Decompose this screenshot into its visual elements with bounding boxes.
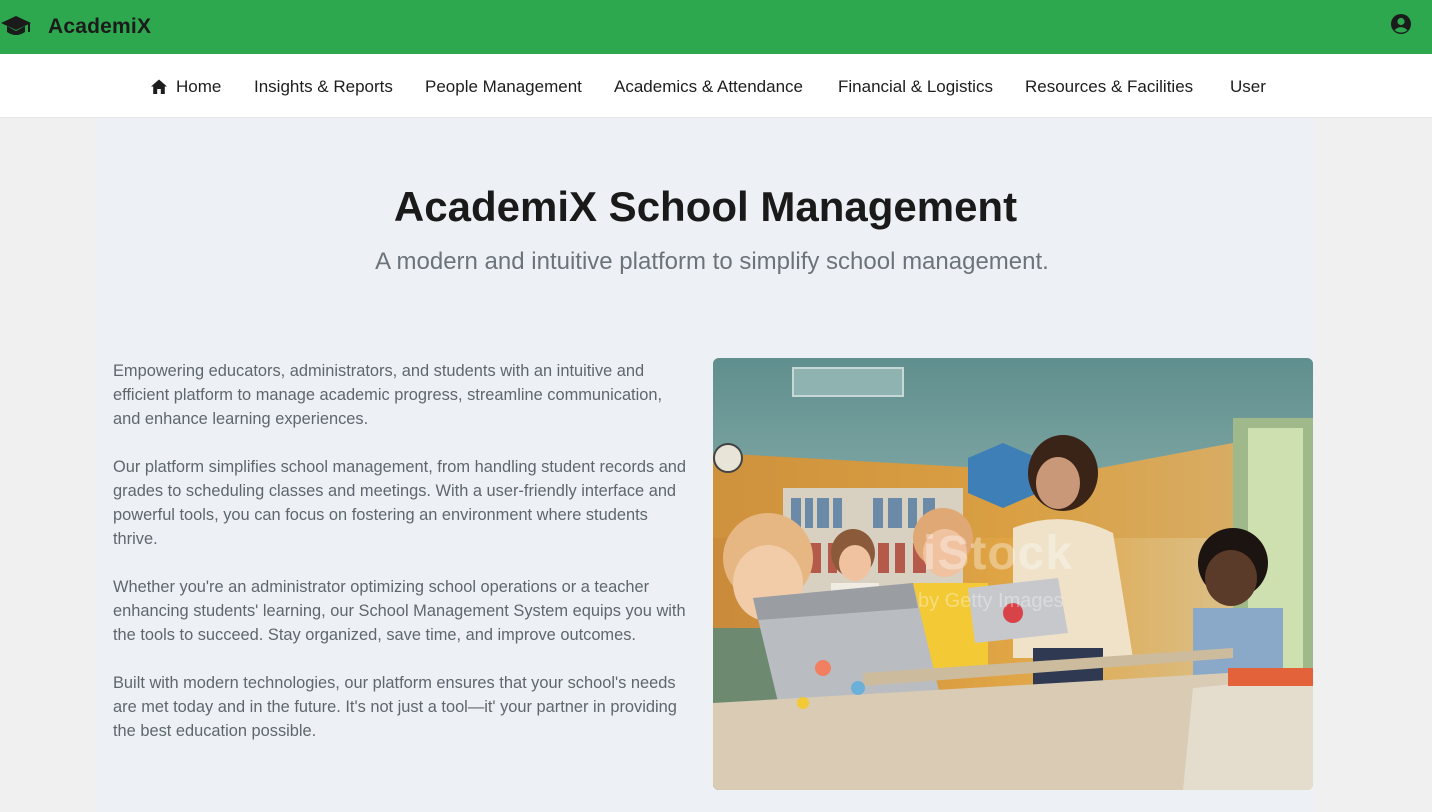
- intro-paragraph: Our platform simplifies school managemen…: [113, 458, 687, 548]
- page-title: AcademiX School Management: [393, 183, 1018, 230]
- brand-link[interactable]: AcademiX: [0, 4, 151, 50]
- intro-paragraph: Whether you're an administrator optimizi…: [113, 578, 686, 644]
- classroom-photo: iStock by Getty Images: [713, 358, 1313, 790]
- nav-financial-logistics[interactable]: Financial & Logistics: [838, 76, 993, 98]
- page-subtitle: A modern and intuitive platform to simpl…: [375, 248, 1049, 275]
- brand-name: AcademiX: [48, 15, 152, 38]
- intro-text: Empowering educators, administrators, an…: [113, 359, 688, 767]
- nav-people-management[interactable]: People Management: [425, 76, 582, 98]
- nav-home-label: Home: [176, 77, 222, 96]
- intro-paragraph: Empowering educators, administrators, an…: [113, 362, 663, 428]
- graduation-cap-icon: [0, 10, 34, 44]
- nav-user[interactable]: User: [1230, 76, 1266, 98]
- watermark-logo: iStock: [923, 527, 1074, 580]
- nav-resources-facilities[interactable]: Resources & Facilities: [1025, 76, 1193, 98]
- watermark-caption: by Getty Images: [918, 590, 1064, 612]
- nav-academics-attendance[interactable]: Academics & Attendance: [614, 76, 803, 98]
- top-header-bar: AcademiX: [0, 0, 1432, 54]
- main-content: AcademiX School Management A modern and …: [97, 118, 1314, 812]
- account-circle-icon[interactable]: [1389, 12, 1413, 36]
- intro-paragraph: Built with modern technologies, our plat…: [113, 674, 677, 740]
- main-navbar: Home Insights & Reports People Managemen…: [0, 54, 1432, 118]
- nav-home[interactable]: Home: [150, 76, 221, 98]
- home-icon: [150, 78, 168, 96]
- nav-insights-reports[interactable]: Insights & Reports: [254, 76, 393, 98]
